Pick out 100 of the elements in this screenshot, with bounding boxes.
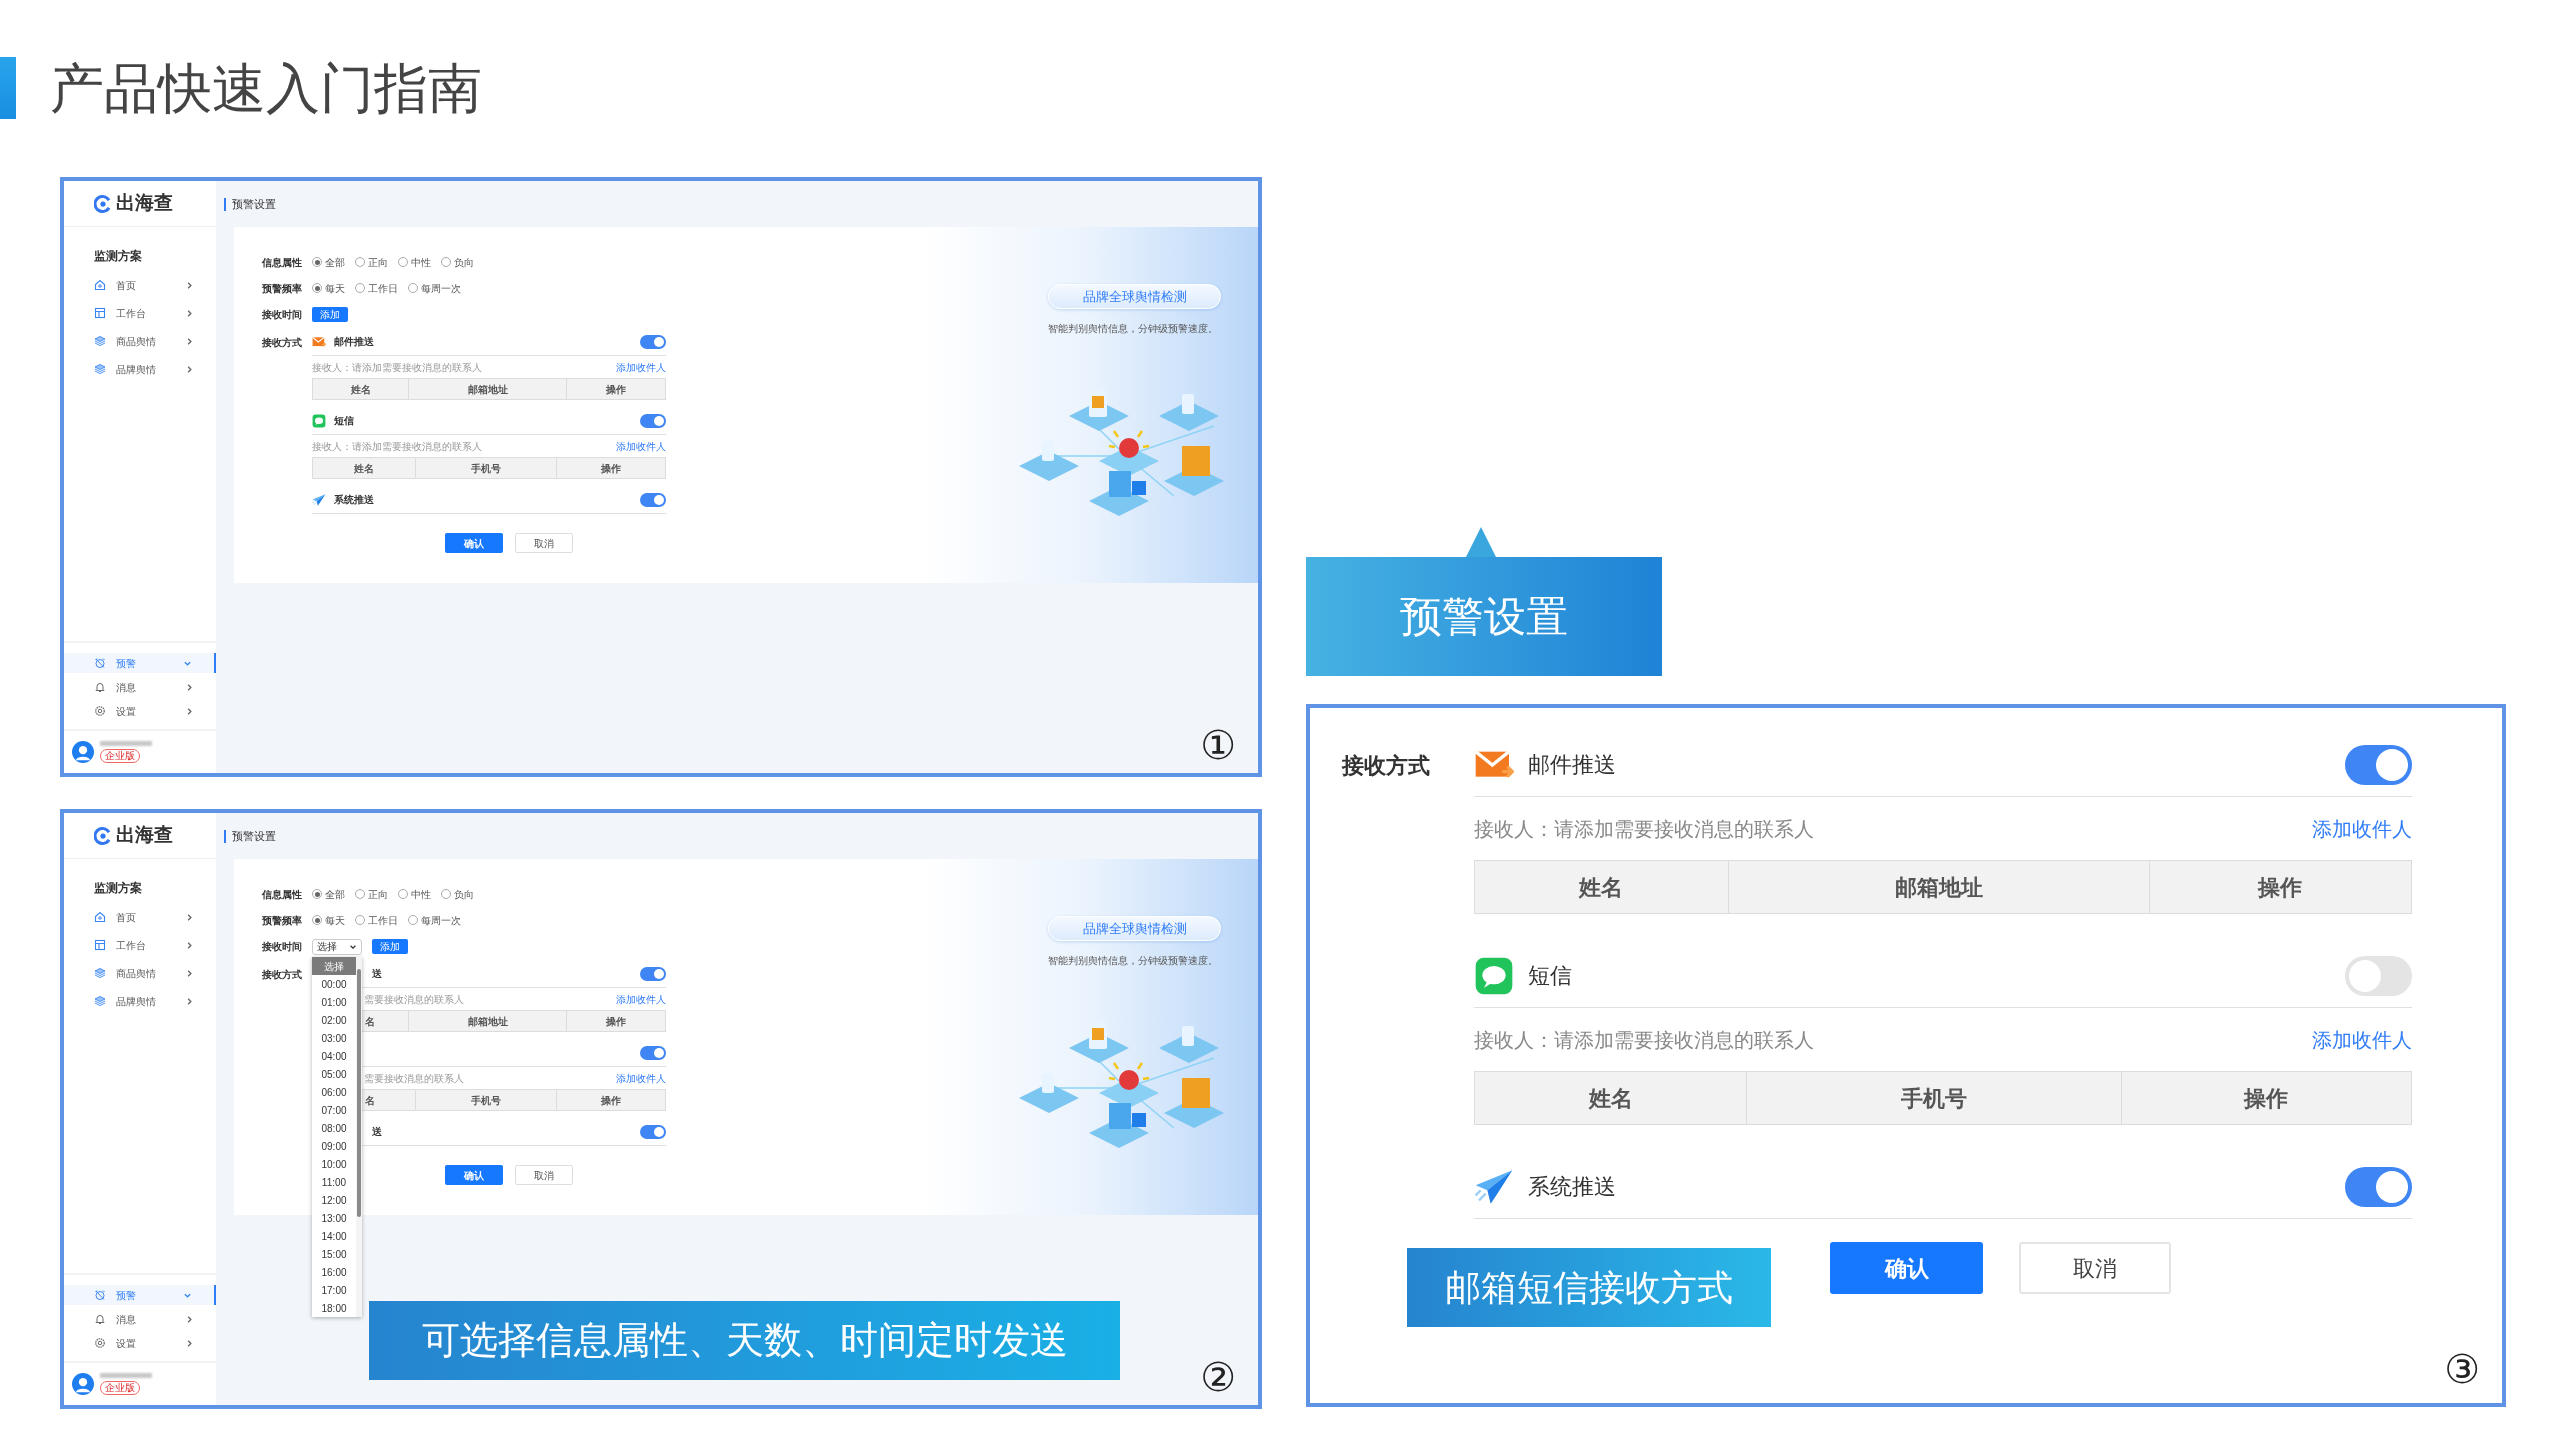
sidebar-item[interactable]: 预警 bbox=[64, 653, 216, 673]
dropdown-option[interactable]: 03:00 bbox=[312, 1029, 356, 1047]
dropdown-option[interactable]: 选择 bbox=[312, 957, 356, 975]
sidebar-item[interactable]: 商品舆情 bbox=[64, 959, 216, 987]
sidebar-item[interactable]: 品牌舆情 bbox=[64, 355, 216, 383]
radio-option[interactable]: 工作日 bbox=[355, 280, 398, 296]
column-header: 手机号 bbox=[470, 461, 501, 476]
dropdown-option[interactable]: 05:00 bbox=[312, 1065, 356, 1083]
radio-option[interactable]: 正向 bbox=[355, 886, 388, 902]
promo-subtitle: 智能判别舆情信息，分钟级预警速度。 bbox=[1048, 322, 1219, 336]
column-header: 操作 bbox=[2258, 873, 2303, 902]
dropdown-option[interactable]: 04:00 bbox=[312, 1047, 356, 1065]
column-header: 操作 bbox=[606, 1014, 627, 1029]
toggle-switch[interactable] bbox=[640, 1045, 666, 1060]
sidebar-item[interactable]: 消息 bbox=[64, 677, 216, 697]
confirm-button[interactable]: 确认 bbox=[445, 533, 503, 553]
toggle-switch[interactable] bbox=[640, 334, 666, 349]
add-recipient-link[interactable]: 添加收件人 bbox=[2312, 1024, 2412, 1055]
logo-text: 出海查 bbox=[116, 191, 173, 216]
radio-option[interactable]: 每周一次 bbox=[408, 912, 461, 928]
radio-option[interactable]: 工作日 bbox=[355, 912, 398, 928]
add-button[interactable]: 添加 bbox=[372, 939, 408, 954]
sidebar-item[interactable]: 工作台 bbox=[64, 931, 216, 959]
sidebar-item[interactable]: 商品舆情 bbox=[64, 327, 216, 355]
toggle-switch[interactable] bbox=[640, 492, 666, 507]
dropdown-option[interactable]: 02:00 bbox=[312, 1011, 356, 1029]
toggle-switch[interactable] bbox=[640, 966, 666, 981]
radio-option[interactable]: 正向 bbox=[355, 254, 388, 270]
dropdown-option[interactable]: 07:00 bbox=[312, 1101, 356, 1119]
cancel-button[interactable]: 取消 bbox=[515, 1165, 573, 1185]
sidebar-item[interactable]: 消息 bbox=[64, 1309, 216, 1329]
add-recipient-link[interactable]: 添加收件人 bbox=[616, 438, 666, 454]
settings-icon bbox=[94, 705, 106, 717]
channel-name: 邮件推送 bbox=[1528, 751, 1616, 779]
chevron-right-icon bbox=[185, 912, 194, 922]
add-recipient-link[interactable]: 添加收件人 bbox=[616, 991, 666, 1007]
dropdown-option[interactable]: 00:00 bbox=[312, 975, 356, 993]
column-header: 邮箱地址 bbox=[467, 1014, 508, 1029]
dropdown-option[interactable]: 16:00 bbox=[312, 1263, 356, 1281]
logo-icon bbox=[94, 826, 112, 845]
chevron-right-icon bbox=[185, 706, 194, 716]
sidebar-item[interactable]: 工作台 bbox=[64, 299, 216, 327]
toggle-switch[interactable] bbox=[640, 1124, 666, 1139]
sidebar-item[interactable]: 首页 bbox=[64, 271, 216, 299]
radio-option[interactable]: 每天 bbox=[312, 280, 345, 296]
add-recipient-link[interactable]: 添加收件人 bbox=[2312, 813, 2412, 844]
dropdown-option[interactable]: 12:00 bbox=[312, 1191, 356, 1209]
radio-option[interactable]: 每天 bbox=[312, 912, 345, 928]
confirm-button[interactable]: 确认 bbox=[445, 1165, 503, 1185]
avatar-icon bbox=[72, 741, 94, 763]
add-recipient-link[interactable]: 添加收件人 bbox=[616, 1070, 666, 1086]
sidebar-item[interactable]: 首页 bbox=[64, 903, 216, 931]
channel-name: 短信 bbox=[334, 414, 354, 428]
channel-name: 送 bbox=[372, 1125, 382, 1139]
add-button[interactable]: 添加 bbox=[312, 307, 348, 322]
dropdown-option[interactable]: 14:00 bbox=[312, 1227, 356, 1245]
column-header: 操作 bbox=[2244, 1084, 2289, 1113]
chevron-right-icon bbox=[185, 1314, 194, 1324]
dropdown-option[interactable]: 11:00 bbox=[312, 1173, 356, 1191]
promo-subtitle: 智能判别舆情信息，分钟级预警速度。 bbox=[1048, 954, 1219, 968]
chevron-right-icon bbox=[185, 968, 194, 978]
caption-banner: 邮箱短信接收方式 bbox=[1407, 1248, 1771, 1327]
radio-option[interactable]: 全部 bbox=[312, 886, 345, 902]
dropdown-option[interactable]: 15:00 bbox=[312, 1245, 356, 1263]
cancel-button[interactable]: 取消 bbox=[515, 533, 573, 553]
dropdown-option[interactable]: 17:00 bbox=[312, 1281, 356, 1299]
toggle-switch[interactable] bbox=[2345, 744, 2412, 785]
channel-name: 短信 bbox=[1528, 962, 1572, 990]
dropdown-option[interactable]: 01:00 bbox=[312, 993, 356, 1011]
redacted-name-bar bbox=[100, 741, 152, 746]
radio-option[interactable]: 负向 bbox=[441, 254, 474, 270]
radio-option[interactable]: 每周一次 bbox=[408, 280, 461, 296]
confirm-button[interactable]: 确认 bbox=[1830, 1242, 1983, 1294]
toggle-switch[interactable] bbox=[2345, 955, 2412, 996]
dropdown-option[interactable]: 06:00 bbox=[312, 1083, 356, 1101]
dropdown-option[interactable]: 09:00 bbox=[312, 1137, 356, 1155]
toggle-switch[interactable] bbox=[2345, 1166, 2412, 1207]
section-callout: 预警设置 bbox=[1306, 557, 1662, 676]
cancel-button[interactable]: 取消 bbox=[2019, 1242, 2171, 1294]
sidebar-item[interactable]: 设置 bbox=[64, 701, 216, 721]
channel-name: 送 bbox=[372, 967, 382, 981]
sidebar-item[interactable]: 品牌舆情 bbox=[64, 987, 216, 1015]
time-select[interactable]: 选择 bbox=[312, 938, 362, 955]
sidebar-item[interactable]: 预警 bbox=[64, 1285, 216, 1305]
add-recipient-link[interactable]: 添加收件人 bbox=[616, 359, 666, 375]
chevron-right-icon bbox=[185, 1338, 194, 1348]
chat-bubble-icon bbox=[1474, 955, 1514, 996]
toggle-switch[interactable] bbox=[640, 413, 666, 428]
radio-option[interactable]: 全部 bbox=[312, 254, 345, 270]
scrollbar[interactable] bbox=[356, 957, 362, 1317]
dropdown-option[interactable]: 18:00 bbox=[312, 1299, 356, 1317]
sidebar-item[interactable]: 设置 bbox=[64, 1333, 216, 1353]
dropdown-option[interactable]: 08:00 bbox=[312, 1119, 356, 1137]
dropdown-option[interactable]: 13:00 bbox=[312, 1209, 356, 1227]
dropdown-option[interactable]: 10:00 bbox=[312, 1155, 356, 1173]
radio-option[interactable]: 中性 bbox=[398, 254, 431, 270]
radio-option[interactable]: 中性 bbox=[398, 886, 431, 902]
radio-option[interactable]: 负向 bbox=[441, 886, 474, 902]
column-header: 操作 bbox=[606, 382, 627, 397]
recipient-hint: 需要接收消息的联系人 bbox=[364, 992, 464, 1007]
